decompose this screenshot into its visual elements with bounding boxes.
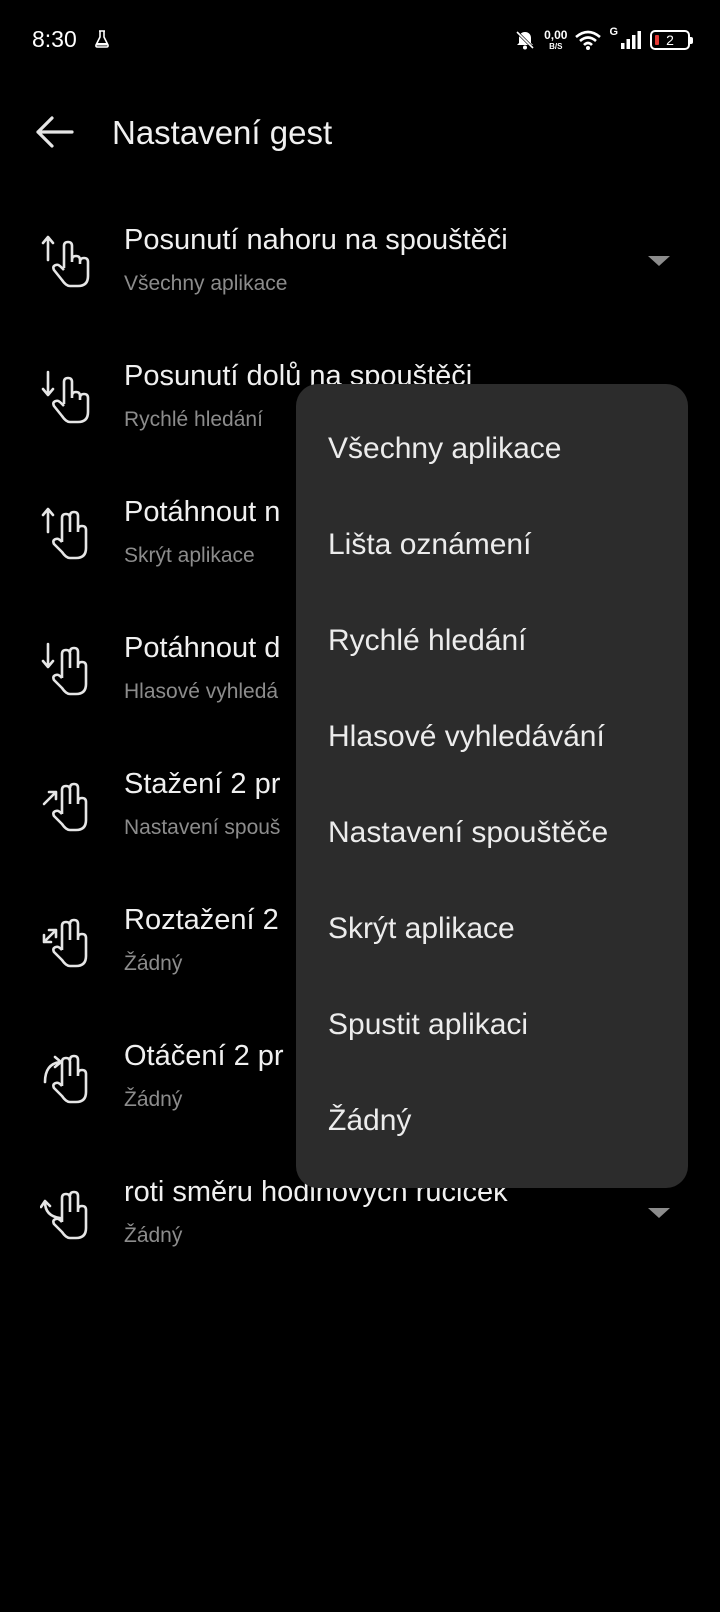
- chevron-down-icon[interactable]: [648, 256, 670, 266]
- back-arrow-icon[interactable]: [30, 112, 80, 152]
- setting-label: Otáčení 2 pr: [124, 1040, 284, 1072]
- page-title: Nastavení gest: [112, 114, 333, 151]
- two-finger-up-icon: [41, 507, 88, 560]
- setting-label: Potáhnout n: [124, 496, 281, 528]
- battery-level: 2: [666, 32, 674, 48]
- setting-value: Žádný: [124, 1088, 183, 1111]
- battery-icon: 2: [650, 30, 693, 50]
- menu-item-voice-search[interactable]: Hlasové vyhledávání: [328, 720, 605, 754]
- setting-row-swipe-up[interactable]: Posunutí nahoru na spouštěči Všechny apl…: [0, 224, 720, 334]
- setting-label: Potáhnout d: [124, 632, 281, 664]
- menu-item-all-apps[interactable]: Všechny aplikace: [328, 432, 561, 466]
- status-icons: 0,00 B/S G 2: [514, 24, 693, 56]
- net-speed-unit: B/S: [549, 42, 563, 51]
- setting-value: Všechny aplikace: [124, 272, 288, 295]
- setting-label: Roztažení 2: [124, 904, 279, 936]
- setting-value: Hlasové vyhledá: [124, 680, 279, 703]
- net-speed-value: 0,00: [544, 28, 568, 42]
- setting-value: Žádný: [124, 1224, 183, 1247]
- menu-item-hide-apps[interactable]: Skrýt aplikace: [328, 912, 515, 946]
- app-bar: Nastavení gest: [0, 96, 720, 176]
- bell-off-icon: [516, 30, 535, 50]
- pinch-out-icon: [42, 918, 88, 968]
- setting-value: Nastavení spouš: [124, 816, 281, 839]
- setting-label: Posunutí nahoru na spouštěči: [124, 224, 508, 256]
- menu-item-quick-search[interactable]: Rychlé hledání: [328, 624, 526, 658]
- flask-icon: [95, 30, 109, 48]
- wifi-icon: [575, 30, 602, 50]
- swipe-up-hand-icon: [41, 235, 90, 288]
- network-type: G: [609, 26, 618, 38]
- dropdown-menu: Všechny aplikace Lišta oznámení Rychlé h…: [296, 384, 688, 1188]
- clock: 8:30: [32, 26, 77, 52]
- menu-item-launcher-settings[interactable]: Nastavení spouštěče: [328, 816, 608, 850]
- menu-item-none[interactable]: Žádný: [328, 1104, 411, 1138]
- signal-icon: [621, 31, 641, 49]
- setting-value: Žádný: [124, 952, 183, 975]
- setting-row-rotate-counterclockwise[interactable]: roti směru hodinových ručiček Žádný: [0, 1176, 720, 1286]
- menu-item-notification-bar[interactable]: Lišta oznámení: [328, 528, 531, 562]
- pinch-in-icon: [42, 782, 88, 832]
- rotate-counterclockwise-icon: [40, 1190, 88, 1240]
- swipe-down-hand-icon: [41, 370, 90, 424]
- two-finger-down-icon: [41, 642, 88, 696]
- setting-value: Skrýt aplikace: [124, 544, 255, 567]
- rotate-clockwise-icon: [43, 1054, 88, 1104]
- setting-label: Stažení 2 pr: [124, 768, 281, 800]
- setting-value: Rychlé hledání: [124, 408, 263, 431]
- chevron-down-icon[interactable]: [648, 1208, 670, 1218]
- menu-item-launch-app[interactable]: Spustit aplikaci: [328, 1008, 528, 1042]
- battery-low-fill: [655, 35, 659, 45]
- status-bar: 8:30 0,00 B/S G 2: [0, 0, 720, 80]
- battery-tip: [690, 37, 693, 44]
- network-speed: 0,00 B/S: [544, 29, 567, 51]
